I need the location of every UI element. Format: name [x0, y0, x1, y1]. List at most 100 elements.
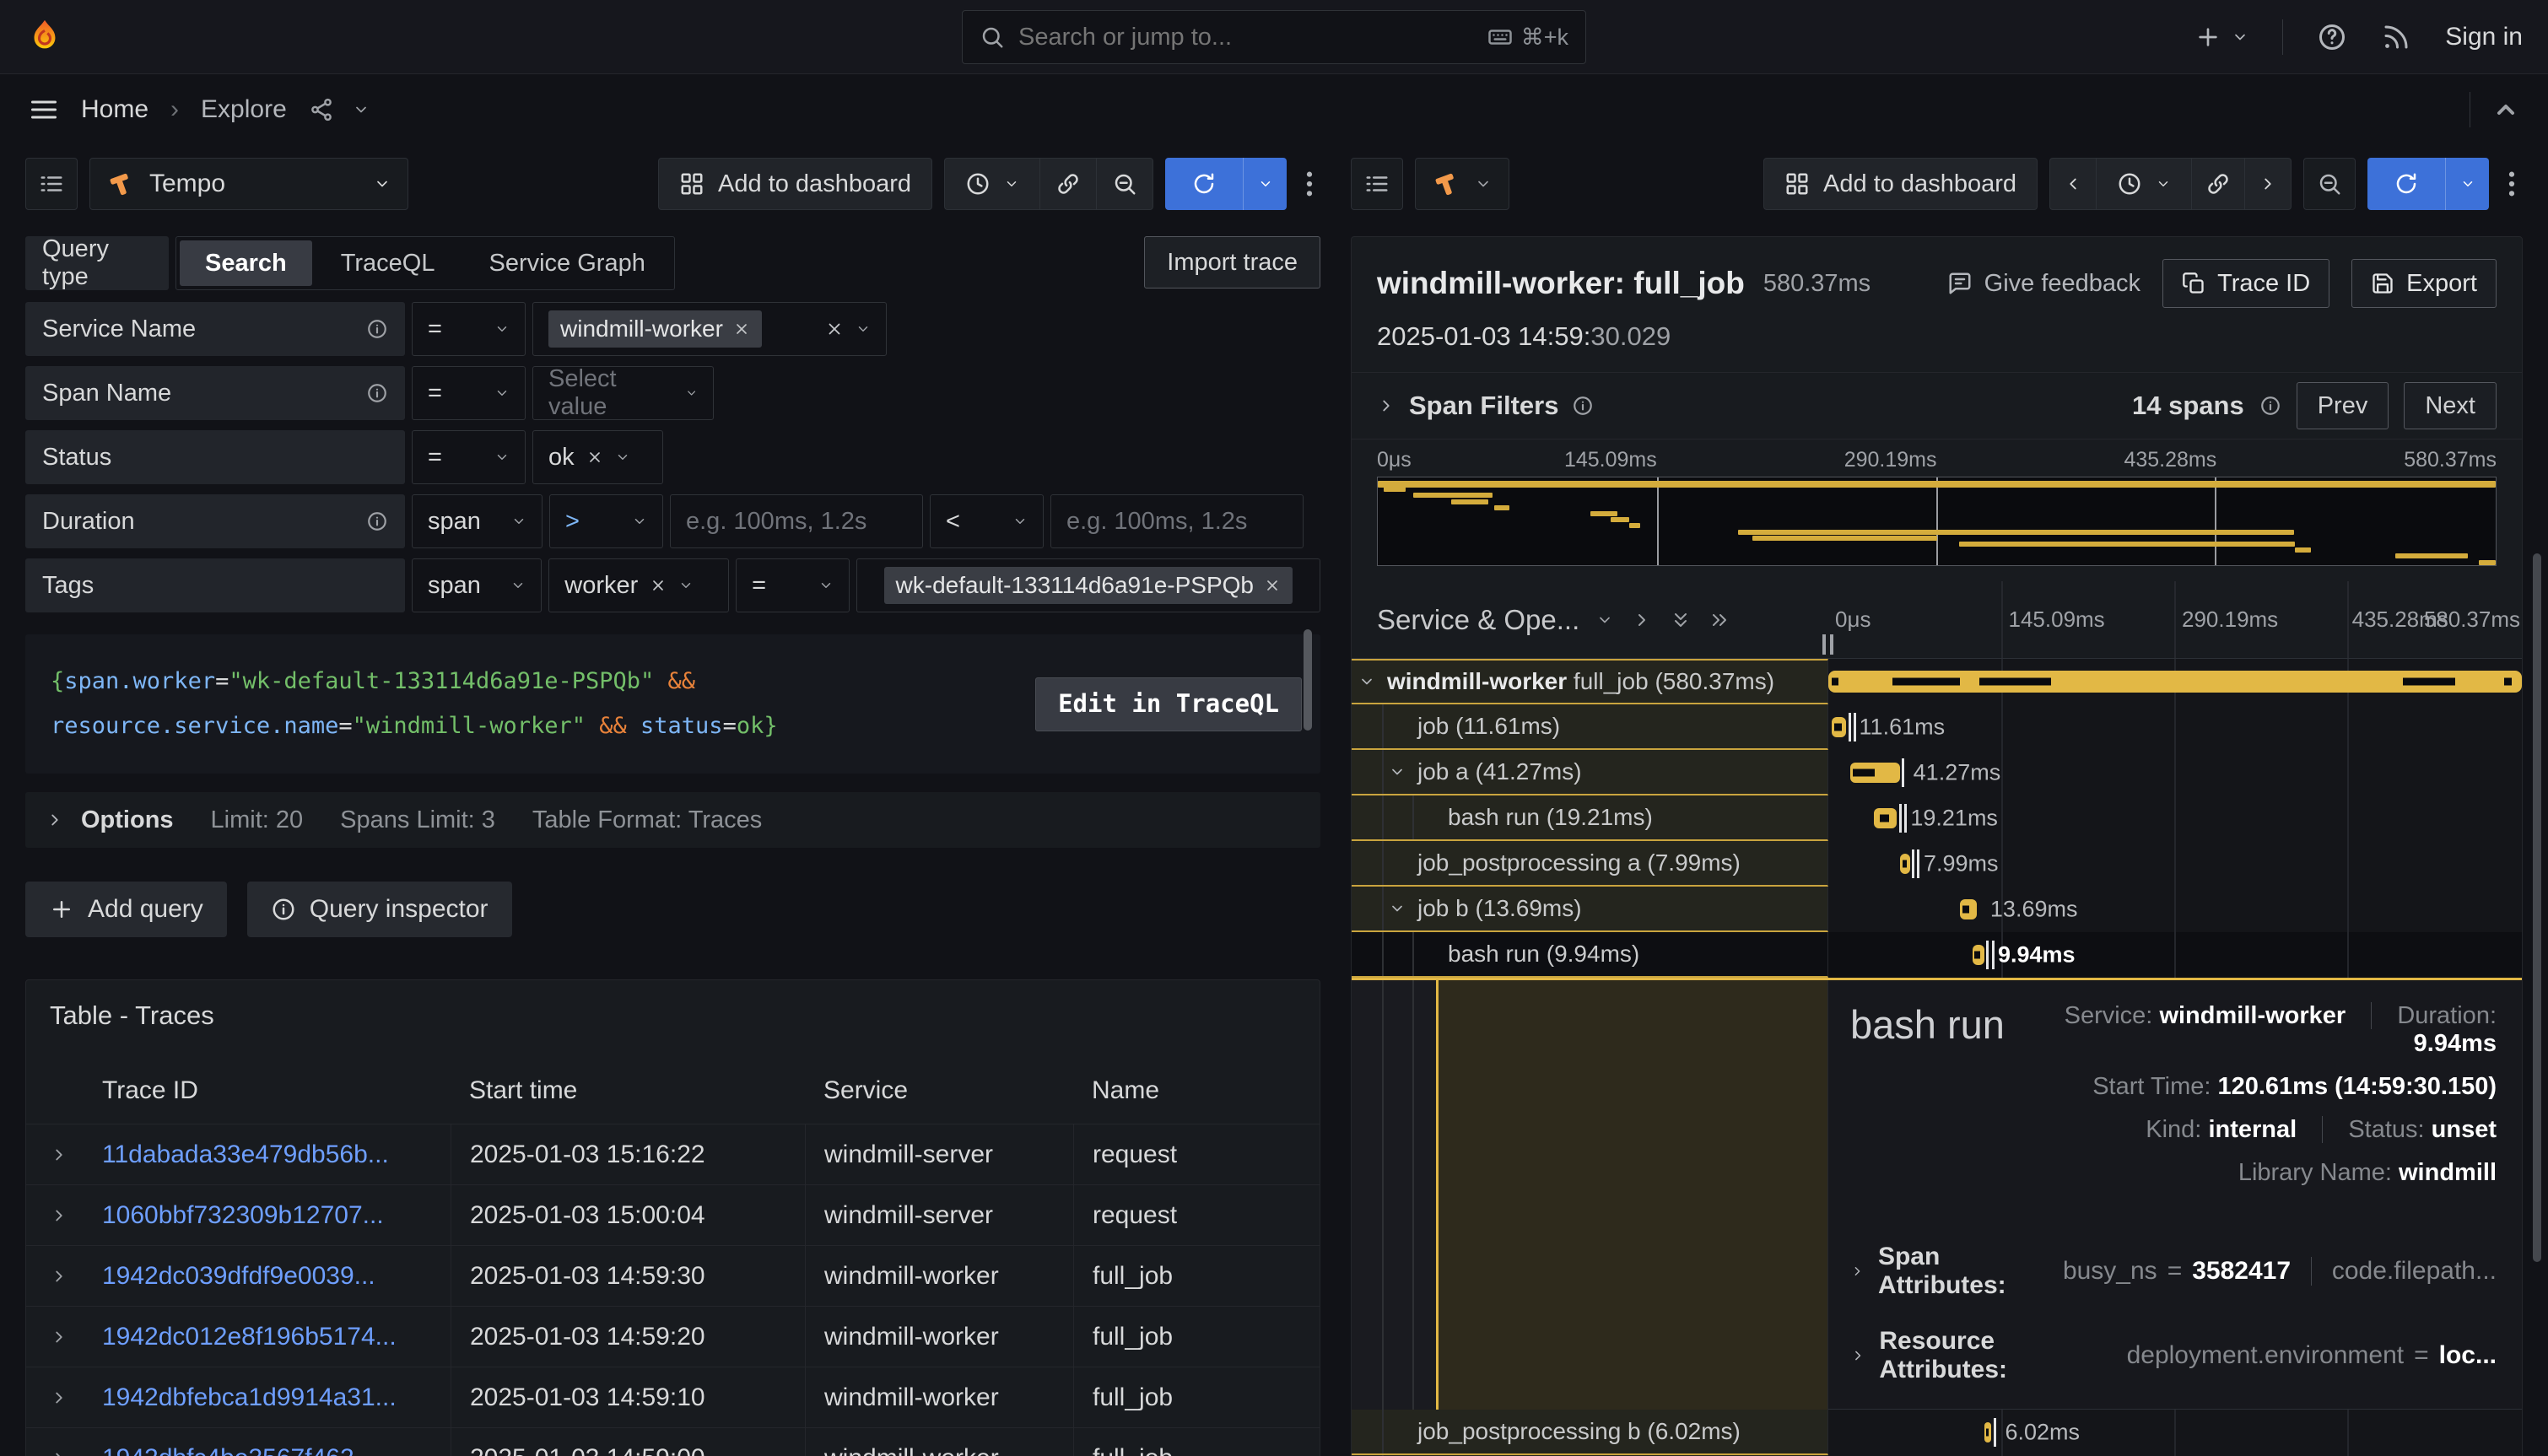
menu-icon[interactable]: [29, 94, 59, 125]
trace-id-button[interactable]: Trace ID: [2162, 259, 2329, 308]
options-bar[interactable]: Options Limit: 20Spans Limit: 3Table For…: [25, 792, 1320, 848]
trace-id-link[interactable]: 1942dc012e8f196b5174...: [102, 1323, 397, 1351]
pane-menu-button[interactable]: [1298, 170, 1320, 198]
trace-id-link[interactable]: 1942dbfebca1d9914a31...: [102, 1383, 397, 1411]
table-row[interactable]: 1060bbf732309b12707...2025-01-03 15:00:0…: [26, 1184, 1320, 1245]
trace-id-link[interactable]: 1060bbf732309b12707...: [102, 1201, 384, 1229]
span-row-label[interactable]: job_postprocessing a (7.99ms): [1352, 841, 1828, 887]
chevron-right-icon[interactable]: [1632, 610, 1652, 630]
time-picker-button[interactable]: [2096, 158, 2191, 210]
remove-chip-icon[interactable]: [1264, 577, 1281, 594]
remove-chip-icon[interactable]: [733, 321, 750, 337]
col-trace-id[interactable]: Trace ID: [92, 1076, 451, 1105]
table-row[interactable]: 1942dbfebca1d9914a31...2025-01-03 14:59:…: [26, 1367, 1320, 1427]
trace-id-link[interactable]: 11dabada33e479db56b...: [102, 1141, 389, 1168]
tab-traceql[interactable]: TraceQL: [316, 240, 461, 286]
datasource-picker[interactable]: Tempo: [89, 158, 408, 210]
table-row[interactable]: 11dabada33e479db56b...2025-01-03 15:16:2…: [26, 1124, 1320, 1184]
row-expander[interactable]: [26, 1146, 92, 1164]
chevron-down-icon[interactable]: [1596, 612, 1613, 628]
span-row[interactable]: bash run (19.21ms)19.21ms: [1352, 795, 2522, 841]
service-op-select[interactable]: =: [412, 302, 526, 356]
span-row[interactable]: job b (13.69ms)13.69ms: [1352, 887, 2522, 932]
query-outline-button[interactable]: [1351, 158, 1403, 210]
span-row-label[interactable]: job_postprocessing b (6.02ms): [1352, 1410, 1828, 1455]
service-value-select[interactable]: windmill-worker: [532, 302, 887, 356]
status-value-select[interactable]: ok: [532, 430, 663, 484]
col-name[interactable]: Name: [1073, 1076, 1320, 1105]
give-feedback-link[interactable]: Give feedback: [1947, 270, 2140, 298]
help-icon[interactable]: [2317, 22, 2347, 52]
breadcrumb-home[interactable]: Home: [81, 95, 148, 124]
row-expander[interactable]: [26, 1389, 92, 1407]
duration-lt-select[interactable]: <: [930, 494, 1044, 548]
span-row-label[interactable]: windmill-worker full_job (580.37ms): [1352, 659, 1828, 704]
time-picker-button[interactable]: [944, 158, 1039, 210]
collapse-caret[interactable]: [1389, 900, 1417, 917]
add-to-dashboard-button[interactable]: Add to dashboard: [658, 158, 932, 210]
span-timeline-cell[interactable]: [1828, 659, 2522, 704]
service-operation-header[interactable]: Service & Ope...: [1377, 604, 1579, 636]
span-attributes-row[interactable]: Span Attributes: busy_ns=3582417 code.fi…: [1850, 1243, 2497, 1300]
span-timeline-cell[interactable]: 11.61ms: [1828, 704, 2522, 750]
tags-key-select[interactable]: worker: [548, 558, 729, 612]
left-scrollbar-thumb[interactable]: [1304, 629, 1312, 731]
span-timeline-cell[interactable]: 9.94ms: [1828, 932, 2522, 978]
chevron-down-icon[interactable]: [353, 101, 370, 118]
row-expander[interactable]: [26, 1206, 92, 1225]
span-timeline-cell[interactable]: 19.21ms: [1828, 795, 2522, 841]
span-row[interactable]: job (11.61ms)11.61ms: [1352, 704, 2522, 750]
new-menu-button[interactable]: [2194, 24, 2248, 51]
zoom-out-button[interactable]: [1096, 158, 1153, 210]
query-outline-button[interactable]: [25, 158, 78, 210]
span-timeline-cell[interactable]: 13.69ms: [1828, 887, 2522, 932]
query-inspector-button[interactable]: Query inspector: [247, 882, 512, 937]
duration-max-input[interactable]: [1050, 494, 1304, 548]
table-row[interactable]: 1942dc039dfdf9e0039...2025-01-03 14:59:3…: [26, 1245, 1320, 1306]
datasource-picker[interactable]: [1415, 158, 1509, 210]
row-expander[interactable]: [26, 1267, 92, 1286]
span-timeline-cell[interactable]: 41.27ms: [1828, 750, 2522, 795]
export-button[interactable]: Export: [2351, 259, 2497, 308]
duration-scope-select[interactable]: span: [412, 494, 543, 548]
import-trace-button[interactable]: Import trace: [1144, 236, 1320, 289]
table-row[interactable]: 1942dbfc4be3567f462...2025-01-03 14:59:0…: [26, 1427, 1320, 1456]
span-row[interactable]: job a (41.27ms)41.27ms: [1352, 750, 2522, 795]
span-row[interactable]: job_postprocessing a (7.99ms)7.99ms: [1352, 841, 2522, 887]
trace-id-link[interactable]: 1942dbfc4be3567f462...: [102, 1444, 375, 1456]
global-search[interactable]: ⌘+k: [962, 10, 1586, 64]
span-row-label[interactable]: job a (41.27ms): [1352, 750, 1828, 795]
span-value-select[interactable]: Select value: [532, 366, 714, 420]
link-split-button[interactable]: [1039, 158, 1096, 210]
tags-value-select[interactable]: wk-default-133114d6a91e-PSPQb: [856, 558, 1320, 612]
clear-icon[interactable]: [825, 320, 844, 338]
share-icon[interactable]: [309, 97, 334, 122]
span-row[interactable]: bash run (9.94ms)9.94ms: [1352, 932, 2522, 978]
sign-in-link[interactable]: Sign in: [2445, 23, 2523, 51]
zoom-out-button[interactable]: [2303, 158, 2356, 210]
col-start-time[interactable]: Start time: [451, 1076, 805, 1105]
span-timeline-cell[interactable]: 6.02ms: [1828, 1410, 2522, 1455]
add-to-dashboard-button[interactable]: Add to dashboard: [1763, 158, 2038, 210]
col-service[interactable]: Service: [805, 1076, 1073, 1105]
span-row[interactable]: job_postprocessing b (6.02ms)6.02ms: [1352, 1410, 2522, 1455]
span-op-select[interactable]: =: [412, 366, 526, 420]
next-span-button[interactable]: Next: [2404, 382, 2497, 429]
add-query-button[interactable]: Add query: [25, 882, 227, 937]
collapse-caret[interactable]: [1389, 763, 1417, 780]
table-row[interactable]: 1942dc012e8f196b5174...2025-01-03 14:59:…: [26, 1306, 1320, 1367]
span-filters-bar[interactable]: Span Filters 14 spans Prev Next: [1352, 372, 2522, 439]
status-op-select[interactable]: =: [412, 430, 526, 484]
time-shift-left-button[interactable]: [2049, 158, 2096, 210]
prev-span-button[interactable]: Prev: [2297, 382, 2389, 429]
collapse-up-icon[interactable]: [2492, 96, 2519, 123]
span-timeline-cell[interactable]: 7.99ms: [1828, 841, 2522, 887]
clear-icon[interactable]: [586, 449, 603, 466]
link-split-button[interactable]: [2191, 158, 2244, 210]
duration-min-input[interactable]: [670, 494, 923, 548]
right-scrollbar-thumb[interactable]: [2533, 553, 2541, 1262]
row-expander[interactable]: [26, 1328, 92, 1346]
span-row-label[interactable]: job (11.61ms): [1352, 704, 1828, 750]
span-row-label[interactable]: job b (13.69ms): [1352, 887, 1828, 932]
span-row-label[interactable]: bash run (19.21ms): [1352, 795, 1828, 841]
